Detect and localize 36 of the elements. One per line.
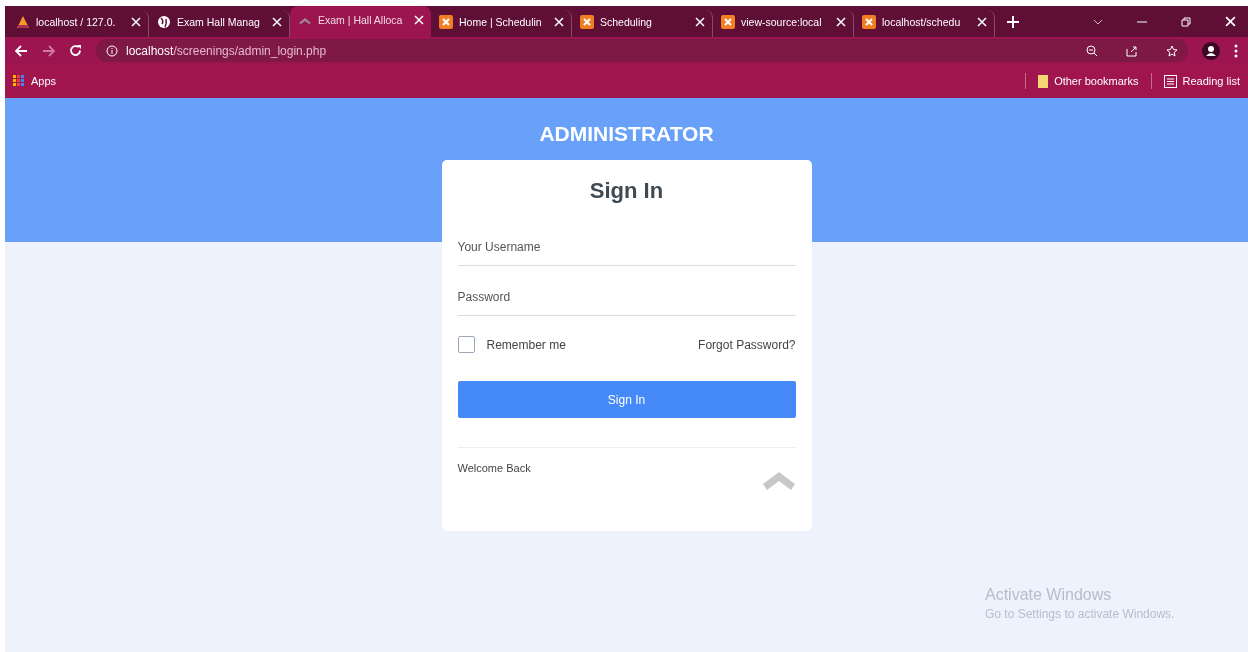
address-field[interactable]: localhost/screenings/admin_login.php	[96, 39, 1188, 62]
apps-bookmark[interactable]: Apps	[31, 75, 1014, 87]
card-title: Sign In	[589, 178, 664, 204]
apps-grid-icon[interactable]	[13, 75, 25, 87]
close-icon[interactable]	[977, 16, 987, 27]
remember-checkbox[interactable]	[457, 336, 475, 353]
share-icon[interactable]	[1126, 44, 1138, 57]
info-icon[interactable]	[106, 44, 118, 57]
other-bookmarks[interactable]: Other bookmarks	[1054, 75, 1139, 87]
minimize-icon[interactable]	[1137, 20, 1147, 23]
close-icon[interactable]	[272, 16, 282, 27]
remember-label: Remember me	[486, 337, 567, 352]
reading-list[interactable]: Reading list	[1182, 75, 1240, 87]
globe-icon	[157, 14, 171, 29]
close-icon[interactable]	[695, 16, 705, 27]
welcome-text: Welcome Back	[457, 462, 531, 474]
reading-list-icon[interactable]	[1163, 74, 1177, 88]
page-heading: ADMINISTRATOR	[539, 122, 714, 146]
forgot-password-link[interactable]: Forgot Password?	[698, 337, 796, 352]
close-icon[interactable]	[554, 16, 564, 27]
close-icon[interactable]	[131, 16, 141, 27]
menu-icon[interactable]	[1234, 43, 1238, 58]
plus-icon[interactable]	[1007, 16, 1019, 28]
close-icon[interactable]	[414, 14, 424, 25]
zoom-out-icon[interactable]	[1086, 44, 1098, 57]
folder-icon	[1038, 74, 1049, 88]
close-icon[interactable]	[1225, 16, 1236, 27]
chevron-down-icon[interactable]	[1093, 18, 1103, 25]
profile-icon[interactable]	[1202, 41, 1220, 60]
close-icon[interactable]	[836, 16, 846, 27]
star-icon[interactable]	[1166, 44, 1178, 57]
back-arrow-icon[interactable]	[15, 44, 28, 57]
reload-icon[interactable]	[69, 44, 82, 57]
browser-tab[interactable]: Exam | Hall Alloca	[290, 6, 431, 37]
forward-arrow-icon[interactable]	[42, 44, 55, 57]
restore-icon[interactable]	[1181, 16, 1191, 27]
